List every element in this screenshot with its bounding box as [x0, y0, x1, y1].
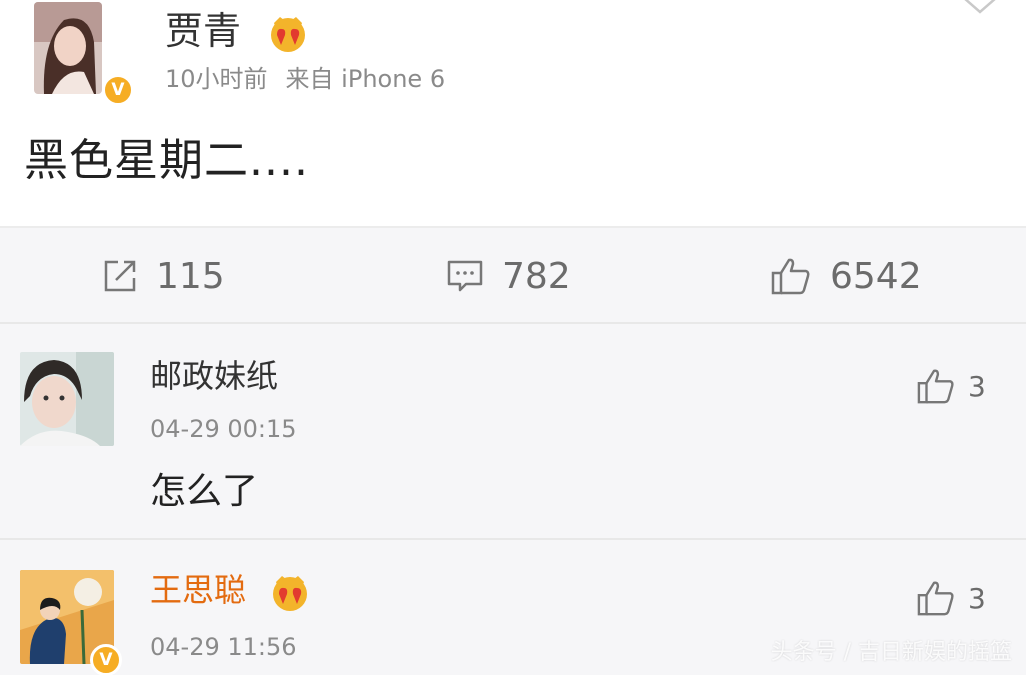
post-author-name[interactable]: 贾青 [165, 8, 241, 54]
post-action-bar: 115 782 6542 [0, 226, 1026, 324]
comment-like-button[interactable]: 3 [916, 364, 986, 408]
comment-icon [447, 260, 483, 292]
like-count: 6542 [830, 255, 922, 297]
commenter-name[interactable]: 王思聪 [150, 570, 246, 610]
post-meta: 10小时前 来自 iPhone 6 [165, 64, 445, 94]
member-crown-icon[interactable] [268, 13, 308, 53]
post-time: 10小时前 [165, 65, 268, 93]
post-author-avatar[interactable] [34, 2, 102, 94]
comment-like-count: 3 [968, 581, 986, 615]
chevron-down-icon[interactable] [960, 0, 1000, 18]
repost-icon [104, 260, 136, 292]
repost-count: 115 [156, 255, 225, 297]
comment-like-count: 3 [968, 369, 986, 403]
thumbs-up-icon [771, 258, 810, 295]
comment-count: 782 [502, 255, 571, 297]
avatar-photo-icon [20, 352, 114, 446]
avatar-photo-icon [34, 2, 102, 94]
post-source[interactable]: 来自 iPhone 6 [286, 65, 446, 93]
comment-item: 邮政妹纸 04-29 00:15 怎么了 3 [0, 324, 1026, 540]
comment-time: 04-29 00:15 [150, 415, 297, 443]
thumbs-up-icon [917, 581, 954, 616]
weibo-post: V 贾青 10小时前 来自 iPhone 6 黑色星期二.... [0, 0, 1026, 226]
verified-badge-icon: V [90, 644, 122, 676]
commenter-avatar[interactable] [20, 352, 114, 446]
comment-text: 怎么了 [150, 471, 259, 512]
comment-list: 邮政妹纸 04-29 00:15 怎么了 3 V 王思聪 04-29 11:56… [0, 324, 1026, 676]
thumbs-up-icon [917, 369, 954, 404]
post-content: 黑色星期二.... [24, 135, 309, 186]
like-button[interactable]: 6542 [770, 252, 922, 300]
comment-button[interactable]: 782 [446, 252, 571, 300]
comment-time: 04-29 11:56 [150, 633, 297, 661]
verified-badge-icon: V [102, 74, 134, 106]
watermark-text: 头条号 / 吉日新娱的摇篮 [770, 640, 1012, 665]
member-crown-icon[interactable] [270, 572, 310, 612]
commenter-name[interactable]: 邮政妹纸 [150, 356, 278, 396]
comment-like-button[interactable]: 3 [916, 576, 986, 620]
repost-button[interactable]: 115 [102, 252, 225, 300]
